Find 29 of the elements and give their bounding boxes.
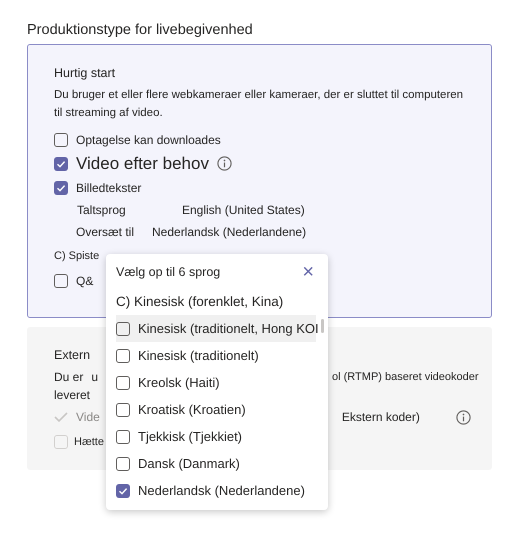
checkbox-label: Optagelse kan downloades (76, 132, 221, 146)
option-label: Dansk (Danmark) (138, 456, 240, 471)
selected-language: C) Kinesisk (forenklet, Kina) (116, 294, 284, 309)
option-label: Kreolsk (Haiti) (138, 375, 220, 390)
description-text: ol (RTMP) baseret videokoder (332, 370, 479, 382)
option-description: Du bruger et eller flere webkameraer eller kameraer, der er sluttet til computeren til streaming af video. (54, 88, 464, 121)
option-title: Hurtig start (54, 66, 116, 80)
popup-title: Vælg op til 6 sprog (116, 265, 220, 279)
option-label: Kinesisk (traditionelt, Hong KOI (138, 321, 319, 336)
checkbox-label: Video efter behov (76, 154, 209, 174)
checkbox-label: Q& (76, 274, 94, 288)
checkbox-label: Billedtekster (76, 180, 142, 194)
checkbox-label: Hætte (74, 436, 104, 448)
option-text: Ekstern koder) (342, 410, 420, 424)
option-label: Tjekkisk (Tjekkiet) (138, 429, 242, 444)
option-label: Nederlandsk (Nederlandene) (138, 483, 305, 498)
description-text: Du er (54, 370, 84, 384)
setting-value: Nederlandsk (Nederlandene) (152, 225, 306, 239)
language-text: C) Spiste (54, 250, 100, 262)
description-text: leveret (54, 388, 90, 402)
section-heading: Produktionstype for livebegivenhed (27, 22, 254, 38)
option-label: Kroatisk (Kroatien) (138, 402, 246, 417)
setting-value: English (United States) (182, 203, 305, 217)
setting-label: Taltsprog (77, 203, 127, 217)
setting-label: Oversæt til (76, 225, 136, 239)
description-text: u (91, 370, 98, 384)
option-title: Extern (54, 348, 90, 362)
checkbox-label: Vide (76, 410, 100, 424)
option-label: Kinesisk (traditionelt) (138, 348, 259, 363)
